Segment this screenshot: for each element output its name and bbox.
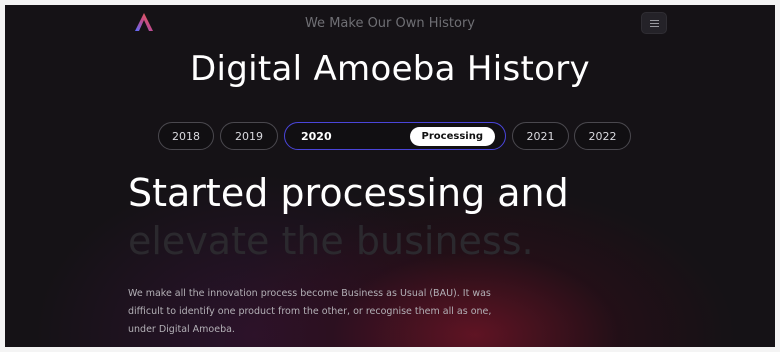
year-tab-2020[interactable]: 2020 Processing (284, 122, 506, 150)
year-tab-label: 2019 (235, 129, 263, 143)
hamburger-menu-icon (649, 19, 659, 21)
headline-secondary: elevate the business. (128, 219, 534, 263)
year-tab-label: 2020 (301, 129, 332, 143)
page-frame: We Make Our Own History Digital Amoeba H… (5, 5, 775, 347)
menu-button[interactable] (641, 12, 667, 34)
status-badge: Processing (409, 126, 495, 146)
year-tab-2018[interactable]: 2018 (158, 122, 214, 150)
page-title: Digital Amoeba History (190, 49, 590, 89)
year-tab-label: 2022 (588, 129, 617, 143)
description-paragraph: We make all the innovation process becom… (128, 288, 492, 335)
year-tab-label: 2018 (172, 129, 200, 143)
year-tab-label: 2021 (526, 129, 555, 143)
year-tab-2019[interactable]: 2019 (220, 122, 278, 150)
year-tab-2022[interactable]: 2022 (574, 122, 631, 150)
headline-primary: Started processing and (128, 171, 569, 215)
year-tab-2021[interactable]: 2021 (512, 122, 569, 150)
